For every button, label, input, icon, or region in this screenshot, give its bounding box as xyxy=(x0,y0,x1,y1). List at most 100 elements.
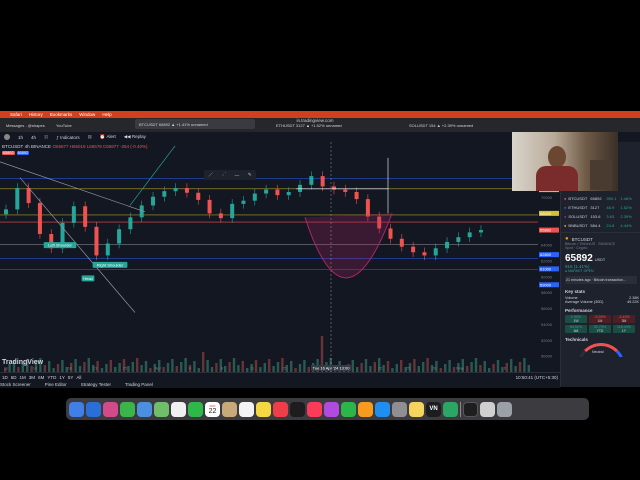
news-item[interactable]: 21 minutes ago · Bitcoin transaction... xyxy=(565,276,637,284)
browser-tab[interactable]: Messages - @shapes xyxy=(2,120,52,130)
range-6m[interactable]: 6M xyxy=(38,375,44,380)
apple-tv-icon[interactable] xyxy=(290,401,305,417)
avatar[interactable] xyxy=(4,134,10,140)
system-settings-icon[interactable] xyxy=(392,401,407,417)
alert-label: Alert xyxy=(106,134,116,139)
finder-icon[interactable] xyxy=(69,401,84,417)
podcasts-icon[interactable] xyxy=(324,401,339,417)
range-1m[interactable]: 1M xyxy=(20,375,26,380)
watchlist-price: 65892 xyxy=(590,196,602,201)
avg-volume-label: Average Volume (30D) xyxy=(565,300,604,304)
address-bar[interactable]: in.tradingview.com xyxy=(240,118,390,123)
range-3m[interactable]: 3M xyxy=(29,375,35,380)
range-all[interactable]: All xyxy=(76,375,81,380)
range-5y[interactable]: 5Y xyxy=(68,375,74,380)
menu-item-safari[interactable]: Safari xyxy=(10,112,22,117)
tab-trading-panel[interactable]: Trading Panel xyxy=(125,382,153,387)
vn-editor-icon[interactable]: VN xyxy=(426,401,441,417)
indicators-button[interactable]: ƒ Indicators xyxy=(56,135,79,140)
sell-button[interactable]: 65892 xyxy=(2,151,15,155)
menu-item-history[interactable]: History xyxy=(29,112,43,117)
candle-body xyxy=(26,188,31,204)
detail-price: 65892 xyxy=(565,253,593,264)
watchlist-row[interactable]: ● SOLUSDT 153.6 3.63 2.39% xyxy=(561,212,640,221)
candle-body xyxy=(354,191,359,200)
candle-body xyxy=(105,243,110,256)
music-icon[interactable] xyxy=(307,401,322,417)
tab-strategy-tester[interactable]: Strategy Tester xyxy=(81,382,111,387)
recent-window-icon[interactable] xyxy=(463,401,478,417)
price-chart[interactable]: Left ShoulderHeadRight Shoulder760007400… xyxy=(0,142,560,372)
volume-bar xyxy=(56,364,60,372)
tab-stock-screener[interactable]: Stock Screener xyxy=(0,382,31,387)
pages-icon[interactable] xyxy=(358,401,373,417)
messages-icon[interactable] xyxy=(120,401,135,417)
perf-period: 1Y xyxy=(621,329,627,333)
menu-item-window[interactable]: Window xyxy=(79,112,95,117)
browser-tab[interactable]: YouTube xyxy=(52,120,82,130)
technicals-heading: Technicals xyxy=(565,337,588,342)
interval-1h-button[interactable]: 1h xyxy=(18,135,23,140)
menu-item-bookmarks[interactable]: Bookmarks xyxy=(50,112,73,117)
interval-4h-button[interactable]: 4h xyxy=(31,135,36,140)
replay-label: Replay xyxy=(131,134,146,139)
x-tick-label: 11 xyxy=(4,366,9,371)
range-1y[interactable]: 1Y xyxy=(59,375,65,380)
candle-body xyxy=(478,230,483,233)
chart-type-icon[interactable]: ▥ xyxy=(44,134,48,140)
watchlist-row[interactable]: ● ETHUSDT 3127 46.9 1.52% xyxy=(561,203,640,212)
layout-icon[interactable]: ▦ xyxy=(88,134,92,140)
gauge-label: Neutral xyxy=(592,350,604,354)
launchpad-icon[interactable] xyxy=(103,401,118,417)
downloads-icon[interactable] xyxy=(480,401,495,417)
candle-body xyxy=(230,203,235,219)
browser-tab-active[interactable]: BTCUSDT 65892 ▲ +1.41% unnamed xyxy=(135,119,255,129)
photos-icon[interactable] xyxy=(171,401,186,417)
price-tag: 65892 xyxy=(540,228,552,233)
menu-item-help[interactable]: Help xyxy=(102,112,111,117)
candle-body xyxy=(264,189,269,194)
trash-icon[interactable] xyxy=(497,401,512,417)
watchlist-pct: 1.52% xyxy=(620,205,632,210)
replay-button[interactable]: ◀◀ Replay xyxy=(124,134,146,140)
maps-icon[interactable] xyxy=(154,401,169,417)
range-1d[interactable]: 1D xyxy=(2,375,8,380)
numbers-icon[interactable] xyxy=(341,401,356,417)
range-ytd[interactable]: YTD xyxy=(47,375,56,380)
screen-recorder-icon[interactable] xyxy=(443,401,458,417)
timezone-label[interactable]: 10:50:41 (UTC+5:30) xyxy=(516,375,558,381)
photo-booth-icon[interactable] xyxy=(273,401,288,417)
browser-tab[interactable]: SOLUSDT 154 ▲ +2.39% unnamed xyxy=(405,120,510,130)
volume-bar xyxy=(413,359,416,372)
tab-pine-editor[interactable]: Pine Editor xyxy=(45,382,67,387)
candle-body xyxy=(162,191,167,197)
range-5d[interactable]: 5D xyxy=(11,375,17,380)
safari-icon[interactable] xyxy=(86,401,101,417)
volume-bar xyxy=(479,365,482,372)
presenter-head xyxy=(548,146,566,168)
volume-bar xyxy=(118,363,121,372)
symbol-name: BTCUSDT xyxy=(2,144,24,149)
volume-bar xyxy=(43,365,46,372)
brush-icon[interactable]: ✎ xyxy=(248,172,252,178)
horizontal-line-icon[interactable]: — xyxy=(235,173,240,178)
reminders-icon[interactable] xyxy=(239,401,254,417)
fib-icon[interactable]: ⋰ xyxy=(222,172,227,178)
mail-icon[interactable] xyxy=(137,401,152,417)
volume-bar xyxy=(237,365,240,372)
stickies-icon[interactable] xyxy=(409,401,424,417)
volume-bar xyxy=(136,358,139,372)
chart-canvas[interactable]: Left ShoulderHeadRight Shoulder760007400… xyxy=(0,142,560,372)
contacts-icon[interactable] xyxy=(222,401,237,417)
watchlist-row[interactable]: ● BTCUSDT 65892 950.1 1.46% xyxy=(561,194,640,203)
trend-line-icon[interactable]: ／ xyxy=(208,172,213,178)
app-store-icon[interactable] xyxy=(375,401,390,417)
buy-button[interactable]: 65892 xyxy=(16,151,30,155)
watchlist-row[interactable]: ● BNBUSDT 584.4 24.8 4.44% xyxy=(561,221,640,230)
calendar-icon[interactable]: APR 22 xyxy=(205,401,220,417)
url-text: in.tradingview.com xyxy=(296,118,334,123)
notes-icon[interactable] xyxy=(256,401,271,417)
facetime-icon[interactable] xyxy=(188,401,203,417)
alert-button[interactable]: ⏰ Alert xyxy=(100,134,116,140)
candle-body xyxy=(456,237,461,242)
